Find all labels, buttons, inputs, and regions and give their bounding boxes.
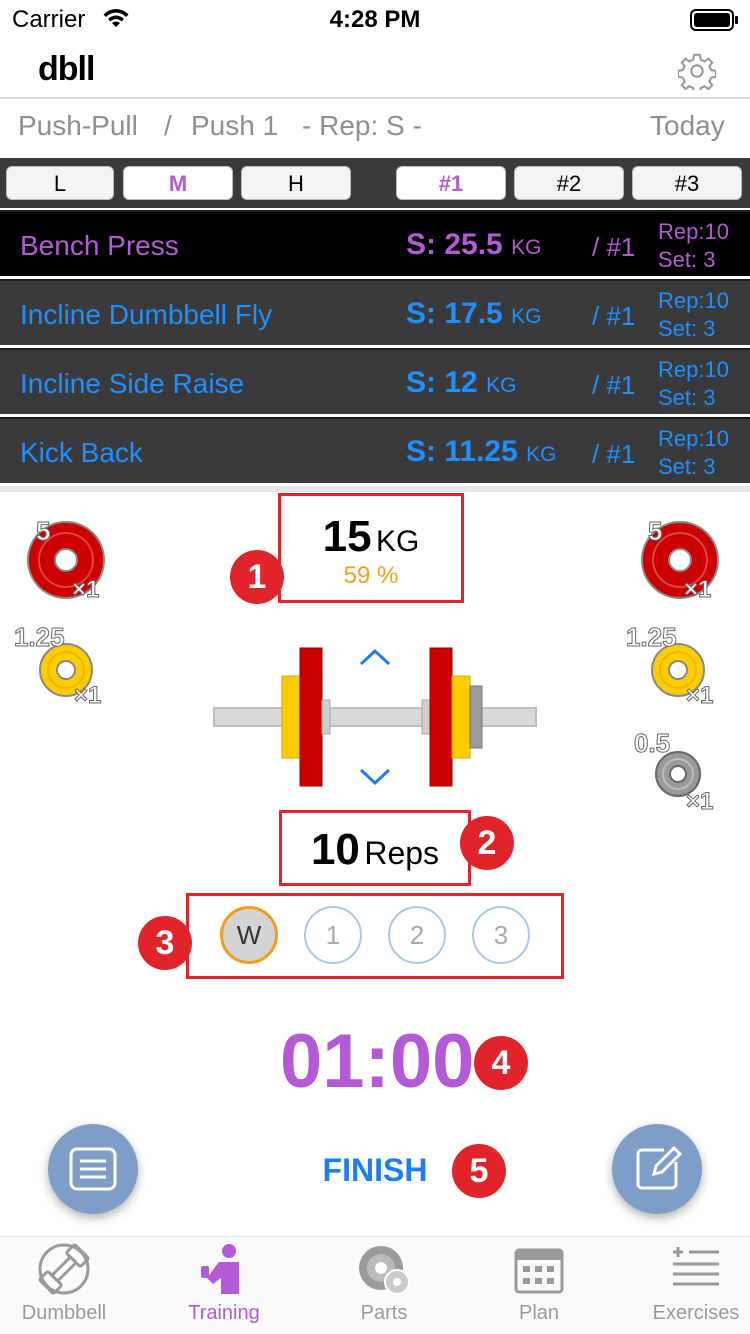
- plate-weight-label: 1.25: [14, 622, 66, 653]
- app-logo: dbll: [38, 50, 95, 88]
- exercise-name: Bench Press: [20, 230, 179, 261]
- training-icon: [201, 1244, 239, 1294]
- tab-label: Exercises: [652, 1302, 740, 1324]
- tab-exercises[interactable]: Exercises: [621, 1242, 750, 1325]
- plate-left-1.25[interactable]: 1.25 ×1: [14, 622, 114, 714]
- gear-icon[interactable]: [678, 52, 716, 90]
- finish-button[interactable]: FINISH: [300, 1152, 450, 1189]
- exercise-row[interactable]: Incline Dumbbell Fly S: 17.5 KG / #1 Rep…: [0, 279, 750, 345]
- plate-count: ×1: [73, 682, 102, 710]
- exercise-number: / #1: [592, 301, 636, 331]
- dumbbell-icon: [38, 1243, 90, 1295]
- tab-label: Dumbbell: [21, 1302, 107, 1324]
- battery-icon: [690, 9, 738, 31]
- plate-count: ×1: [71, 576, 100, 604]
- plate-count: ×1: [685, 788, 714, 816]
- reps-display[interactable]: 10 Reps: [279, 810, 471, 886]
- intensity-tab-medium[interactable]: M: [123, 166, 233, 200]
- exercise-row-selected[interactable]: Bench Press S: 25.5 KG / #1 Rep:10 Set: 3: [0, 210, 750, 276]
- breadcrumb-day[interactable]: Push 1: [191, 110, 278, 142]
- exercise-rep-set: Rep:10 Set: 3: [658, 288, 729, 341]
- intensity-tab-low[interactable]: L: [6, 166, 114, 200]
- callout-badge-4: 4: [474, 1036, 528, 1090]
- calendar-icon: [514, 1248, 564, 1294]
- exercise-number: / #1: [592, 439, 636, 469]
- exercise-name: Incline Side Raise: [20, 368, 245, 399]
- plate-right-5[interactable]: 5 ×1: [640, 516, 720, 604]
- intensity-tab-high[interactable]: H: [241, 166, 351, 200]
- set-circle-1[interactable]: 1: [304, 906, 362, 964]
- exercises-list-icon: [673, 1247, 719, 1286]
- tab-training[interactable]: Training: [149, 1242, 299, 1325]
- tab-dumbbell[interactable]: Dumbbell: [0, 1242, 139, 1325]
- exercise-row[interactable]: Kick Back S: 11.25 KG / #1 Rep:10 Set: 3: [0, 417, 750, 483]
- plate-left-5[interactable]: 5 ×1: [26, 516, 106, 604]
- exercise-weight: S: 12 KG: [406, 366, 517, 399]
- list-divider: [0, 486, 750, 492]
- status-bar: Carrier 4:28 PM: [0, 0, 750, 40]
- set-tab-2[interactable]: #2: [514, 166, 624, 200]
- weight-value: 15 KG: [322, 512, 420, 561]
- exercise-rep-set: Rep:10 Set: 3: [658, 426, 729, 479]
- callout-badge-1: 1: [230, 550, 284, 604]
- document-icon: [69, 1147, 117, 1191]
- breadcrumb-program[interactable]: Push-Pull: [18, 110, 138, 142]
- plate-right-0.5[interactable]: 0.5 ×1: [633, 728, 726, 820]
- set-tab-3[interactable]: #3: [632, 166, 742, 200]
- plate-count: ×1: [683, 576, 712, 604]
- set-circle-warmup[interactable]: W: [220, 906, 278, 964]
- set-circle-2[interactable]: 2: [388, 906, 446, 964]
- exercise-rep-set: Rep:10 Set: 3: [658, 357, 729, 410]
- exercise-name: Kick Back: [20, 437, 143, 468]
- tab-parts[interactable]: Parts: [309, 1242, 459, 1325]
- rest-timer[interactable]: 01:00: [280, 1018, 474, 1105]
- exercise-name: Incline Dumbbell Fly: [20, 299, 273, 330]
- reps-value: 10 Reps: [310, 825, 440, 874]
- callout-badge-5: 5: [452, 1144, 506, 1198]
- plate-weight-label: 5: [647, 516, 663, 547]
- plate-weight-label: 0.5: [633, 728, 671, 759]
- exercise-weight: S: 25.5 KG: [406, 228, 542, 261]
- edit-icon: [636, 1145, 682, 1190]
- chevron-up-icon[interactable]: [358, 646, 392, 668]
- exercise-rep-set: Rep:10 Set: 3: [658, 219, 729, 272]
- notes-button[interactable]: [48, 1124, 138, 1214]
- parts-icon: [359, 1246, 410, 1295]
- rep-mode-label: - Rep: S -: [302, 110, 422, 141]
- plate-count: ×1: [685, 682, 714, 710]
- exercise-number: / #1: [592, 232, 636, 262]
- weight-percent: 59 %: [343, 562, 399, 589]
- callout-badge-3: 3: [138, 916, 192, 970]
- plate-weight-label: 1.25: [626, 622, 678, 653]
- tab-plan[interactable]: Plan: [464, 1242, 614, 1325]
- tab-label: Parts: [360, 1302, 408, 1324]
- edit-button[interactable]: [612, 1124, 702, 1214]
- plate-right-1.25[interactable]: 1.25 ×1: [626, 622, 726, 714]
- tab-label: Plan: [518, 1302, 560, 1324]
- plate-weight-label: 5: [35, 516, 51, 547]
- date-label[interactable]: Today: [650, 110, 725, 142]
- clock: 4:28 PM: [329, 6, 421, 33]
- set-circle-3[interactable]: 3: [472, 906, 530, 964]
- weight-display: 15 KG 59 %: [278, 493, 464, 603]
- header-divider: [0, 97, 750, 99]
- tab-label: Training: [188, 1302, 260, 1324]
- chevron-down-icon[interactable]: [358, 766, 392, 788]
- callout-badge-2: 2: [460, 816, 514, 870]
- set-tab-1[interactable]: #1: [396, 166, 506, 200]
- exercise-weight: S: 17.5 KG: [406, 297, 542, 330]
- exercise-weight: S: 11.25 KG: [406, 435, 557, 468]
- exercise-row[interactable]: Incline Side Raise S: 12 KG / #1 Rep:10 S…: [0, 348, 750, 414]
- exercise-number: / #1: [592, 370, 636, 400]
- breadcrumb-separator: /: [164, 110, 172, 141]
